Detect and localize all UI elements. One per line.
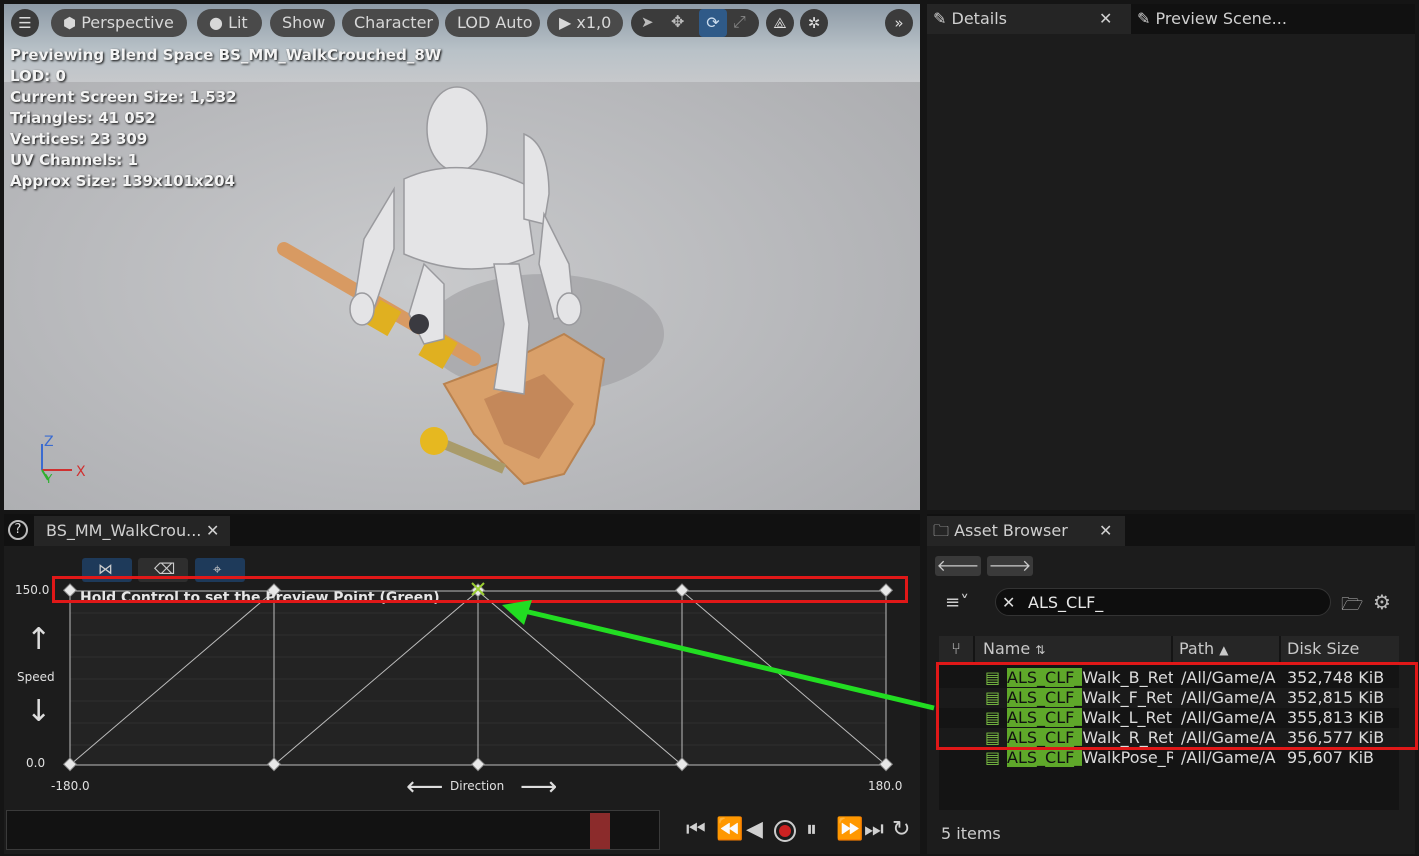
annotation-arrow (502, 600, 935, 711)
